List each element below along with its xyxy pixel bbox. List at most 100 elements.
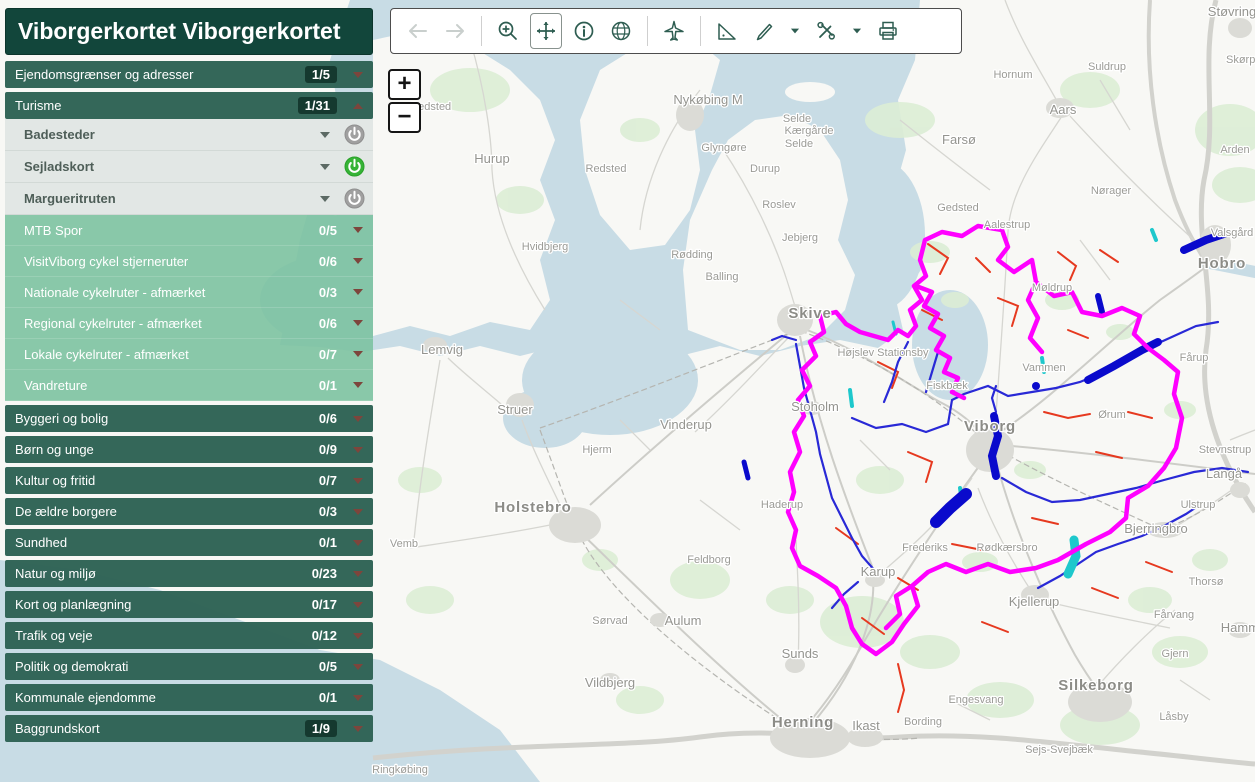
info-tool-button[interactable] (569, 14, 599, 48)
category-count: 0/6 (319, 411, 337, 426)
layer-group-mtb-spor[interactable]: MTB Spor0/5 (5, 215, 373, 246)
map-label-bording: Bording (904, 716, 942, 728)
caret-down-icon (788, 24, 802, 38)
chevron-down-icon[interactable] (353, 695, 363, 701)
map-label-ulstrup: Ulstrup (1181, 499, 1216, 511)
layer-badesteder[interactable]: Badesteder (5, 119, 373, 151)
fly-to-tool-button[interactable] (659, 14, 689, 48)
group-count: 0/7 (319, 347, 337, 362)
category-label: Turisme (15, 98, 298, 113)
category-kort-og-planl-gning[interactable]: Kort og planlægning0/17 (5, 591, 373, 618)
category-baggrundskort[interactable]: Baggrundskort1/9 (5, 715, 373, 742)
chevron-down-icon[interactable] (320, 196, 330, 202)
map-label-ikast: Ikast (852, 718, 880, 733)
app-title: Viborgerkortet Viborgerkortet (5, 8, 373, 55)
measure-tool-button[interactable] (712, 14, 742, 48)
category-label: Sundhed (15, 535, 319, 550)
category-politik-og-demokrati[interactable]: Politik og demokrati0/5 (5, 653, 373, 680)
draw-tool-menu-button[interactable] (786, 14, 804, 48)
power-off-icon[interactable] (344, 124, 365, 145)
chevron-down-icon[interactable] (353, 478, 363, 484)
chevron-down-icon[interactable] (353, 289, 363, 295)
tools-menu-caret-button[interactable] (848, 14, 866, 48)
chevron-down-icon[interactable] (353, 726, 363, 732)
power-on-icon[interactable] (344, 156, 365, 177)
map-label-sejs-svejb-k: Sejs-Svejbæk (1025, 744, 1093, 756)
category-kommunale-ejendomme[interactable]: Kommunale ejendomme0/1 (5, 684, 373, 711)
layer-group-visitviborg-cykel-stjerneruter[interactable]: VisitViborg cykel stjerneruter0/6 (5, 246, 373, 277)
zoom-in-tool-button[interactable] (493, 14, 523, 48)
group-count: 0/6 (319, 254, 337, 269)
map-label-redsted: Redsted (586, 163, 627, 175)
chevron-down-icon[interactable] (320, 164, 330, 170)
layer-group-nationale-cykelruter-afm-rket[interactable]: Nationale cykelruter - afmærket0/3 (5, 277, 373, 308)
chevron-down-icon[interactable] (353, 633, 363, 639)
app-window: ThyborønBedstedHurupRedstedHvidbjergNykø… (0, 0, 1255, 782)
map-label-roslev: Roslev (762, 199, 796, 211)
draw-tool-button[interactable] (749, 14, 779, 48)
map-label-lemvig: Lemvig (421, 342, 463, 357)
map-label-suldrup: Suldrup (1088, 61, 1126, 73)
history-forward-button (440, 14, 470, 48)
map-label-ringk-bing: Ringkøbing (372, 764, 428, 776)
layer-margueritruten[interactable]: Margueritruten (5, 183, 373, 215)
group-count: 0/5 (319, 223, 337, 238)
chevron-down-icon[interactable] (353, 382, 363, 388)
map-label-holstebro: Holstebro (494, 499, 571, 516)
category-b-rn-og-unge[interactable]: Børn og unge0/9 (5, 436, 373, 463)
chevron-down-icon[interactable] (353, 571, 363, 577)
chevron-down-icon[interactable] (353, 258, 363, 264)
map-label-h-jslev-stationsby: Højslev Stationsby (837, 347, 929, 359)
map-label-aalestrup: Aalestrup (984, 219, 1030, 231)
zoom-in-button[interactable]: + (388, 69, 421, 100)
category-label: Kultur og fritid (15, 473, 319, 488)
category-count: 0/1 (319, 535, 337, 550)
category-byggeri-og-bolig[interactable]: Byggeri og bolig0/6 (5, 405, 373, 432)
map-label-balling: Balling (705, 271, 738, 283)
map-label-sunds: Sunds (782, 646, 819, 661)
info-circle-icon (572, 19, 596, 43)
chevron-down-icon[interactable] (320, 132, 330, 138)
category-natur-og-milj[interactable]: Natur og miljø0/23 (5, 560, 373, 587)
map-label-hjerm: Hjerm (582, 444, 611, 456)
category-ejendomsgr-nser-og-adresser[interactable]: Ejendomsgrænser og adresser1/5 (5, 61, 373, 88)
category-sundhed[interactable]: Sundhed0/1 (5, 529, 373, 556)
map-label-selde: Selde (785, 138, 813, 150)
layer-group-regional-cykelruter-afm-rket[interactable]: Regional cykelruter - afmærket0/6 (5, 308, 373, 339)
category-count: 0/7 (319, 473, 337, 488)
category-trafik-og-veje[interactable]: Trafik og veje0/12 (5, 622, 373, 649)
map-label-viborg: Viborg (964, 418, 1016, 435)
chevron-down-icon[interactable] (353, 227, 363, 233)
layer-group-vandreture[interactable]: Vandreture0/1 (5, 370, 373, 401)
map-label-m-ldrup: Møldrup (1032, 282, 1072, 294)
history-back-button (403, 14, 433, 48)
zoom-out-button[interactable]: − (388, 102, 421, 133)
chevron-down-icon[interactable] (353, 320, 363, 326)
chevron-down-icon[interactable] (353, 416, 363, 422)
chevron-down-icon[interactable] (353, 351, 363, 357)
chevron-down-icon[interactable] (353, 540, 363, 546)
turisme-panel: BadestederSejladskortMargueritrutenMTB S… (5, 119, 373, 401)
map-label-stevnstrup: Stevnstrup (1199, 444, 1252, 456)
power-off-icon[interactable] (344, 188, 365, 209)
chevron-down-icon[interactable] (353, 664, 363, 670)
category-turisme[interactable]: Turisme1/31 (5, 92, 373, 119)
tools-menu-button[interactable] (811, 14, 841, 48)
chevron-down-icon[interactable] (353, 72, 363, 78)
globe-icon (609, 19, 633, 43)
layer-group-lokale-cykelruter-afm-rket[interactable]: Lokale cykelruter - afmærket0/7 (5, 339, 373, 370)
category-count: 0/3 (319, 504, 337, 519)
group-count: 0/3 (319, 285, 337, 300)
pan-tool-button[interactable] (530, 13, 562, 49)
chevron-down-icon[interactable] (353, 602, 363, 608)
globe-tool-button[interactable] (606, 14, 636, 48)
map-label-silkeborg: Silkeborg (1058, 677, 1134, 694)
chevron-up-icon[interactable] (353, 103, 363, 109)
map-label-struer: Struer (497, 402, 533, 417)
chevron-down-icon[interactable] (353, 509, 363, 515)
chevron-down-icon[interactable] (353, 447, 363, 453)
category-de-ldre-borgere[interactable]: De ældre borgere0/3 (5, 498, 373, 525)
print-tool-button[interactable] (873, 14, 903, 48)
layer-sejladskort[interactable]: Sejladskort (5, 151, 373, 183)
category-kultur-og-fritid[interactable]: Kultur og fritid0/7 (5, 467, 373, 494)
